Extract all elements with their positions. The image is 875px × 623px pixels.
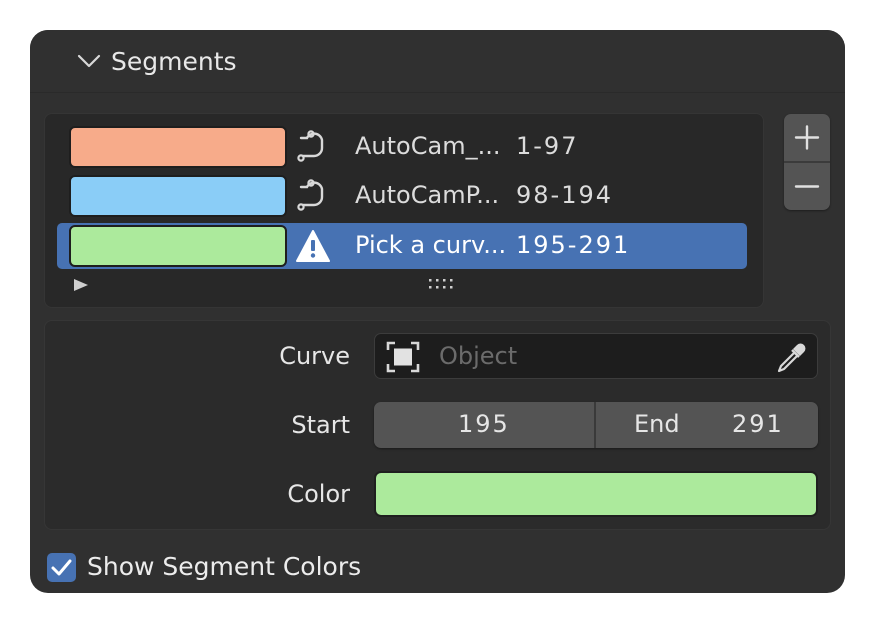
segment-color-field[interactable] — [374, 471, 818, 517]
list-item[interactable]: AutoCamP... 98-194 — [57, 173, 747, 219]
show-segment-colors-label[interactable]: Show Segment Colors — [87, 552, 361, 581]
list-item-selected[interactable]: Pick a curv... 195-291 — [57, 223, 747, 269]
segment-color-swatch[interactable] — [69, 175, 287, 217]
segment-properties: Curve Object Start 195 End 291 Color — [44, 320, 831, 530]
curve-icon — [297, 179, 324, 211]
start-frame-field[interactable]: 195 — [374, 402, 594, 448]
object-placeholder: Object — [439, 342, 518, 370]
color-label: Color — [287, 480, 350, 508]
eyedropper-icon[interactable] — [773, 340, 809, 374]
end-value: 291 — [732, 410, 784, 438]
header-divider — [30, 92, 845, 93]
list-controls — [784, 114, 830, 210]
frame-range-field: 195 End 291 — [374, 402, 818, 448]
segment-list: AutoCam_... 1-97 AutoCamP... 98-194 Pick… — [44, 113, 764, 308]
curve-label: Curve — [279, 342, 350, 370]
show-segment-colors-checkbox[interactable] — [47, 553, 76, 582]
segment-name: Pick a curv... — [355, 231, 507, 259]
curve-object-field[interactable]: Object — [374, 333, 818, 379]
segment-range: 98-194 — [516, 181, 614, 209]
segment-range: 1-97 — [516, 132, 579, 160]
object-icon — [386, 341, 420, 373]
minus-icon — [794, 185, 820, 188]
add-segment-button[interactable] — [784, 114, 830, 161]
end-label: End — [634, 410, 680, 438]
panel-title: Segments — [111, 47, 237, 76]
resize-grip-icon[interactable] — [428, 277, 456, 291]
chevron-down-icon — [77, 54, 101, 68]
segment-name: AutoCam_... — [355, 132, 501, 160]
start-value: 195 — [458, 410, 510, 438]
segment-name: AutoCamP... — [355, 181, 500, 209]
plus-icon — [794, 125, 820, 150]
checkmark-icon — [51, 559, 72, 576]
segment-color-swatch[interactable] — [69, 126, 287, 168]
curve-icon — [297, 130, 324, 162]
segments-panel: Segments AutoCam_... 1-97 AutoCamP... 98… — [30, 30, 845, 593]
start-label: Start — [291, 411, 350, 439]
end-frame-field[interactable]: End 291 — [596, 402, 818, 448]
warning-icon — [296, 230, 330, 262]
list-item[interactable]: AutoCam_... 1-97 — [57, 124, 747, 170]
expand-triangle-icon[interactable] — [73, 278, 89, 292]
segment-color-swatch[interactable] — [69, 225, 287, 267]
segment-range: 195-291 — [516, 231, 631, 259]
panel-header[interactable]: Segments — [30, 30, 845, 92]
remove-segment-button[interactable] — [784, 163, 830, 210]
